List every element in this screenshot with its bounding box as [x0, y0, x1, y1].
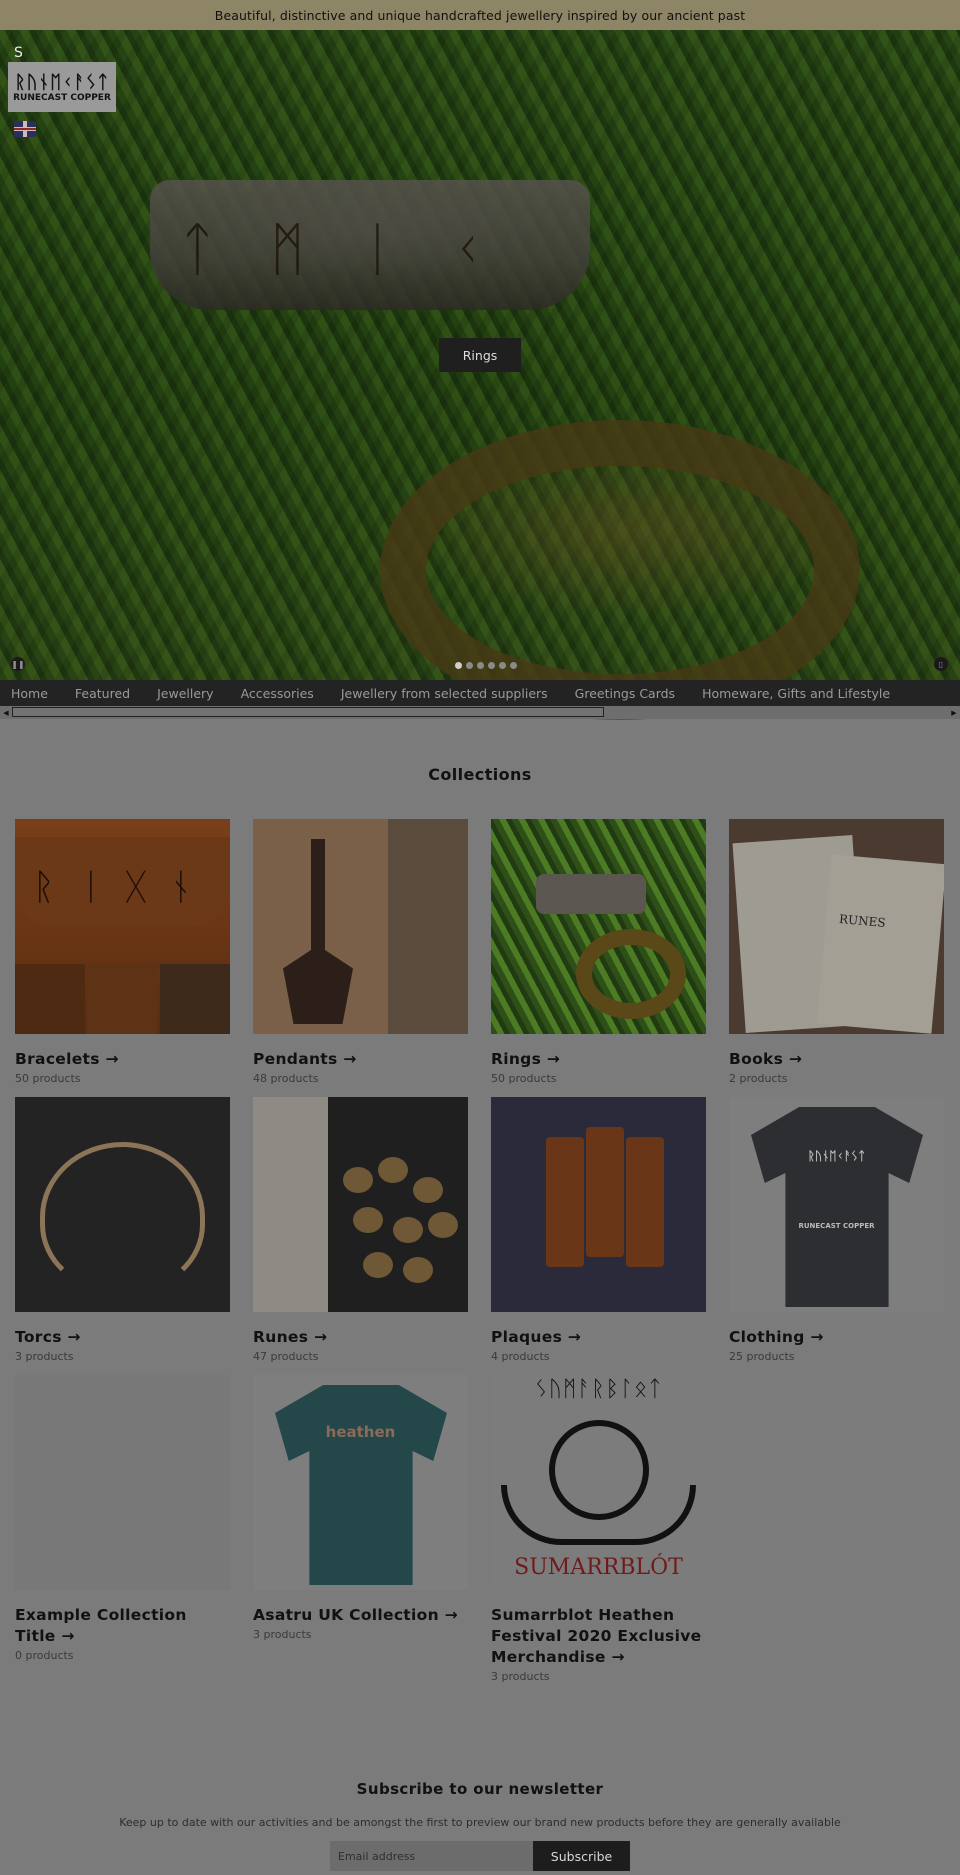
collections-section: Collections ᚱᛁᚷᚾ Bracelets → 50 products… [0, 719, 960, 1695]
collection-count: 50 products [491, 1072, 557, 1085]
slide-dot[interactable] [466, 662, 473, 669]
nav-item-homeware[interactable]: Homeware, Gifts and Lifestyle [702, 686, 890, 701]
collection-title[interactable]: Asatru UK Collection → [253, 1605, 468, 1626]
collection-count: 47 products [253, 1350, 319, 1363]
subscribe-button[interactable]: Subscribe [533, 1841, 630, 1871]
collection-card-bracelets[interactable]: ᚱᛁᚷᚾ Bracelets → 50 products [15, 819, 230, 1085]
nav-item-jewellery-suppliers[interactable]: Jewellery from selected suppliers [341, 686, 548, 701]
uk-flag-icon[interactable] [14, 121, 36, 137]
slide-dot[interactable] [455, 662, 462, 669]
scroll-left-icon[interactable]: ◀ [0, 706, 12, 719]
announcement-text: Beautiful, distinctive and unique handcr… [214, 7, 746, 23]
newsletter-text: Keep up to date with our activities and … [119, 1816, 841, 1829]
collection-count: 0 products [15, 1649, 74, 1662]
collection-image[interactable] [15, 1097, 230, 1312]
collection-card-example[interactable]: Example Collection Title → 0 products [15, 1375, 230, 1683]
collections-heading: Collections [428, 765, 532, 784]
collection-count: 25 products [729, 1350, 795, 1363]
skip-link[interactable]: S [14, 45, 23, 61]
collection-count: 3 products [15, 1350, 74, 1363]
collection-title[interactable]: Rings → [491, 1049, 706, 1070]
slide-dot[interactable] [499, 662, 506, 669]
nav-item-jewellery[interactable]: Jewellery [157, 686, 213, 701]
collection-image[interactable] [491, 819, 706, 1034]
slide-dot[interactable] [510, 662, 517, 669]
collection-title[interactable]: Example Collection Title → [15, 1605, 230, 1647]
email-field[interactable] [330, 1841, 533, 1871]
collection-card-pendants[interactable]: Pendants → 48 products [253, 819, 468, 1085]
nav-scrollbar[interactable]: ◀ ▶ [0, 706, 960, 719]
slide-dot[interactable] [477, 662, 484, 669]
collection-count: 3 products [491, 1670, 550, 1683]
collection-image[interactable]: RUNES [729, 819, 944, 1034]
site-logo[interactable]: ᚱᚢᚾᛖᚲᚨᛊᛏ RUNECAST COPPER [8, 62, 116, 112]
tee-name-text: RUNECAST COPPER [798, 1222, 875, 1230]
collection-title[interactable]: Sumarrblot Heathen Festival 2020 Exclusi… [491, 1605, 706, 1668]
logo-name: RUNECAST COPPER [13, 92, 111, 103]
collection-card-sumarrblot[interactable]: ᛊᚢᛗᚨᚱᛒᛚᛟᛏ SUMARRBLÓT Sumarrblot Heathen … [491, 1375, 706, 1683]
newsletter-heading: Subscribe to our newsletter [356, 1780, 604, 1798]
collection-title[interactable]: Pendants → [253, 1049, 468, 1070]
collection-card-plaques[interactable]: Plaques → 4 products [491, 1097, 706, 1363]
collection-card-asatru[interactable]: heathen Asatru UK Collection → 3 product… [253, 1375, 468, 1683]
announcement-bar: Beautiful, distinctive and unique handcr… [0, 0, 960, 30]
collection-title[interactable]: Bracelets → [15, 1049, 230, 1070]
collection-image[interactable]: heathen [253, 1375, 468, 1590]
collection-count: 3 products [253, 1628, 312, 1641]
collection-card-clothing[interactable]: ᚱᚢᚾᛖᚲᚨᛊᛏ RUNECAST COPPER Clothing → 25 p… [729, 1097, 944, 1363]
collection-card-torcs[interactable]: Torcs → 3 products [15, 1097, 230, 1363]
scroll-right-icon[interactable]: ▶ [948, 706, 960, 719]
nav-item-home[interactable]: Home [11, 686, 48, 701]
hero-button[interactable]: Rings [439, 338, 521, 372]
collection-image-placeholder[interactable] [15, 1375, 230, 1590]
slide-dot[interactable] [488, 662, 495, 669]
nav-item-featured[interactable]: Featured [75, 686, 130, 701]
collection-image[interactable] [253, 1097, 468, 1312]
collection-image[interactable]: ᚱᛁᚷᚾ [15, 819, 230, 1034]
collection-card-rings[interactable]: Rings → 50 products [491, 819, 706, 1085]
collection-card-runes[interactable]: Runes → 47 products [253, 1097, 468, 1363]
nav-item-accessories[interactable]: Accessories [241, 686, 314, 701]
collection-count: 2 products [729, 1072, 788, 1085]
logo-runes: ᚱᚢᚾᛖᚲᚨᛊᛏ [14, 71, 110, 93]
collection-image[interactable] [491, 1097, 706, 1312]
collection-count: 48 products [253, 1072, 319, 1085]
next-icon[interactable]: ▯ [934, 657, 948, 671]
newsletter-section: Subscribe to our newsletter Keep up to d… [0, 1780, 960, 1871]
collection-title[interactable]: Torcs → [15, 1327, 230, 1348]
pause-icon[interactable]: ❚❚ [11, 657, 25, 671]
collection-title[interactable]: Plaques → [491, 1327, 706, 1348]
newsletter-form: Subscribe [0, 1841, 960, 1871]
sumarrblot-runes: ᛊᚢᛗᚨᚱᛒᛚᛟᛏ [534, 1377, 663, 1402]
hero-slideshow[interactable]: ᛏ ᛗ ᛁ ᚲ S ᚱᚢᚾᛖᚲᚨᛊᛏ RUNECAST COPPER Rings… [0, 30, 960, 720]
collection-image[interactable]: ᚱᚢᚾᛖᚲᚨᛊᛏ RUNECAST COPPER [729, 1097, 944, 1312]
collection-title[interactable]: Books → [729, 1049, 944, 1070]
tee-logo-text: ᚱᚢᚾᛖᚲᚨᛊᛏ [807, 1149, 866, 1163]
nav-item-greetings-cards[interactable]: Greetings Cards [575, 686, 675, 701]
collection-count: 50 products [15, 1072, 81, 1085]
collection-title[interactable]: Clothing → [729, 1327, 944, 1348]
collection-count: 4 products [491, 1350, 550, 1363]
collection-card-books[interactable]: RUNES Books → 2 products [729, 819, 944, 1085]
scrollbar-thumb[interactable] [12, 707, 604, 717]
collection-title[interactable]: Runes → [253, 1327, 468, 1348]
collection-image[interactable] [253, 819, 468, 1034]
sumarrblot-title: SUMARRBLÓT [514, 1555, 683, 1580]
main-nav: Home Featured Jewellery Accessories Jewe… [0, 680, 960, 706]
collection-image[interactable]: ᛊᚢᛗᚨᚱᛒᛚᛟᛏ SUMARRBLÓT [491, 1375, 706, 1590]
tee-heathen-text: heathen [325, 1423, 396, 1441]
slideshow-dots [455, 662, 517, 669]
